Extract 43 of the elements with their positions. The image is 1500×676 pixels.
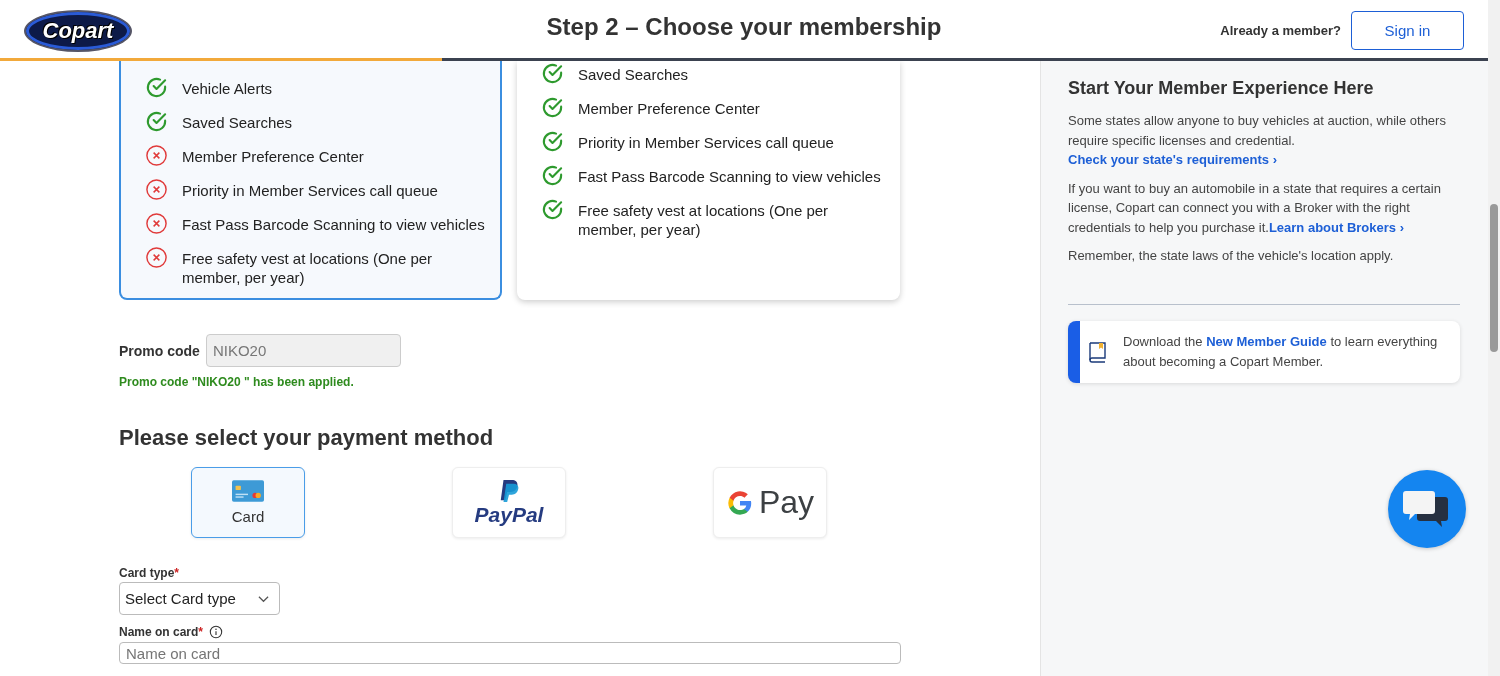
promo-code-field[interactable]: NIKO20 (205, 334, 401, 367)
feature-label: Vehicle Alerts (182, 79, 273, 98)
link[interactable]: Check your state's requirements › (1068, 152, 1277, 167)
payment-method-option[interactable]: Card (191, 467, 305, 538)
card-type-dropdown[interactable]: Select Card type (119, 582, 280, 615)
payment-method-option[interactable]: PayPal (452, 467, 566, 538)
feature-label: Free safety vest at locations (One per member, per year) (578, 201, 830, 239)
feature-label: Saved Searches (182, 113, 293, 132)
promo-message: Promo code "NIKO20 " has been applied. (119, 375, 355, 389)
feature-label: Member Preference Center (182, 147, 364, 166)
chat-bubbles-icon (1403, 489, 1451, 529)
sign-in-button[interactable]: Sign in (1351, 11, 1464, 50)
page-title: Step 2 – Choose your membership (546, 13, 942, 41)
feature-label: Fast Pass Barcode Scanning to view vehicles (578, 167, 881, 186)
promo-label: Promo code (119, 342, 200, 359)
sidebar-heading: Start Your Member Experience Here (1068, 78, 1375, 99)
payment-method-option[interactable]: Pay (713, 467, 827, 538)
paypal-p-icon (498, 478, 520, 503)
link[interactable]: Learn about Brokers › (1268, 219, 1404, 235)
field-label: Name on card* (119, 625, 204, 639)
logo[interactable]: Copart (24, 9, 132, 52)
plan-card[interactable]: Saved Searches Member Preference Center Priority in Member Services call queue Fast Pass Barcode Scanning to view vehicles Free safety vest at locations (One per member, per year) (517, 61, 900, 300)
plan-card[interactable]: Vehicle Alerts Saved Searches Member Preference Center Priority in Member Services call queue Fast Pass Barcode Scanning to view vehicles Free safety vest at locations (One per member, per year) (119, 61, 502, 300)
field-label: Card type* (119, 566, 180, 580)
feature-label: Free safety vest at locations (One per member, per year) (182, 249, 434, 287)
info-paragraph: Some states allow anyone to buy vehicles at auction, while others require specific licenses and credential. Check your state's requirements › (1068, 112, 1447, 169)
feature-label: Fast Pass Barcode Scanning to view vehicles (182, 215, 485, 234)
scrollbar[interactable] (1488, 0, 1500, 676)
guide-text: Download the New Member Guide to learn everything about becoming a Copart Member. (1123, 332, 1439, 371)
info-paragraph: Remember, the state laws of the vehicle's location apply. (1068, 247, 1395, 265)
chevron-down-icon (258, 594, 269, 603)
credit-card-icon (232, 480, 264, 502)
feature-label: Priority in Member Services call queue (578, 133, 834, 152)
link[interactable]: New Member Guide (1206, 333, 1327, 349)
feature-label: Priority in Member Services call queue (182, 181, 438, 200)
info-paragraph: If you want to buy an automobile in a state that requires a certain license, Copart can connect you with a Broker with the right credentials to help you purchase it.Learn about Brokers › (1068, 179, 1442, 237)
name-on-card-field[interactable]: Name on card (119, 642, 901, 664)
feature-label: Saved Searches (578, 65, 689, 84)
member-prompt: Already a member? (1220, 23, 1341, 38)
google-g-icon (725, 488, 754, 517)
section-heading: Please select your payment method (119, 425, 495, 451)
feature-label: Member Preference Center (578, 99, 760, 118)
info-icon (209, 625, 224, 639)
